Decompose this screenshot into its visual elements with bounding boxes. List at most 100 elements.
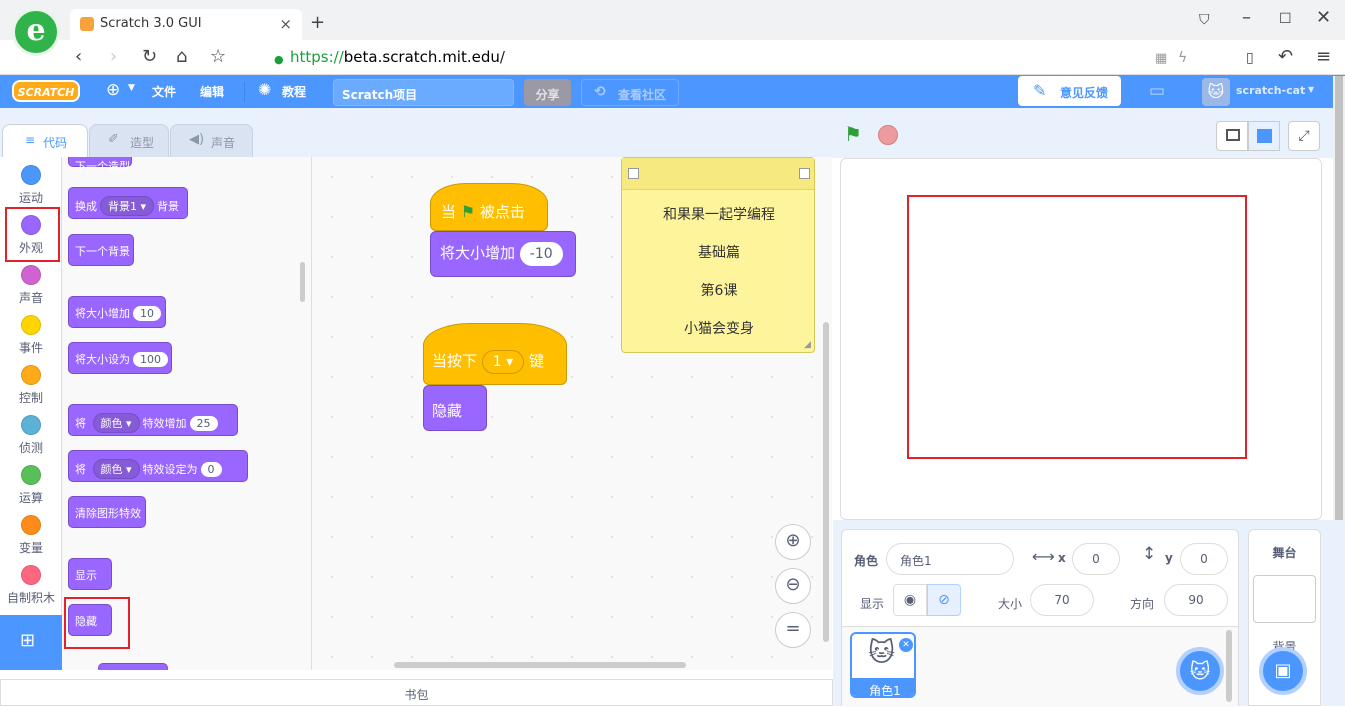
stage-canvas[interactable] <box>840 158 1322 520</box>
address-url[interactable]: https://beta.scratch.mit.edu/ <box>290 48 505 66</box>
y-input[interactable]: 0 <box>1180 543 1228 575</box>
new-tab-icon[interactable]: + <box>310 14 325 32</box>
effect-set-input[interactable]: 0 <box>200 462 222 477</box>
tab-sounds[interactable]: ◀) 声音 <box>170 124 253 158</box>
category-operators[interactable]: 运算 <box>0 465 62 506</box>
resize-handle-icon[interactable]: ◢ <box>804 340 811 350</box>
green-flag-icon[interactable]: ⚑ <box>844 122 862 146</box>
size-set-input[interactable]: 100 <box>133 352 168 367</box>
star-icon[interactable]: ☆ <box>210 48 226 66</box>
zoom-out-button[interactable]: ⊖ <box>775 568 811 604</box>
block-change-effect[interactable]: 将 颜色 ▾ 特效增加 25 <box>68 404 238 436</box>
large-stage-button[interactable] <box>1248 121 1280 151</box>
forward-icon[interactable]: › <box>110 48 117 66</box>
project-title-input[interactable]: Scratch项目 <box>333 79 514 106</box>
block-change-size[interactable]: 将大小增加 10 <box>68 296 166 328</box>
lightbulb-icon[interactable]: ✺ <box>258 80 271 99</box>
category-control[interactable]: 控制 <box>0 365 62 406</box>
block-palette[interactable]: 下一个造型 换成 背景1 ▾ 背景 下一个背景 将大小增加 10 将大小设为 100 将… <box>62 157 312 670</box>
block-hide-workspace[interactable]: 隐藏 <box>423 385 487 431</box>
backdrop-thumbnail[interactable] <box>1253 575 1316 623</box>
category-sound[interactable]: 声音 <box>0 265 62 306</box>
add-sprite-button[interactable]: 🐱 <box>1176 647 1224 695</box>
add-extension-button[interactable]: ⊞ <box>0 615 62 670</box>
block-change-size-workspace[interactable]: 将大小增加 -10 <box>430 231 576 277</box>
direction-input[interactable]: 90 <box>1164 584 1228 616</box>
close-window-icon[interactable]: ✕ <box>1316 9 1331 27</box>
category-motion[interactable]: 运动 <box>0 165 62 206</box>
category-sensing[interactable]: 侦测 <box>0 415 62 456</box>
share-button[interactable]: 分享 <box>524 79 571 106</box>
minimize-icon[interactable]: – <box>1242 9 1251 27</box>
browser-logo-icon[interactable]: e <box>12 8 60 56</box>
tab-code[interactable]: ≡ 代码 <box>2 124 88 158</box>
home-icon[interactable]: ⌂ <box>176 48 187 66</box>
browser-tab[interactable]: Scratch 3.0 GUI × <box>70 9 302 40</box>
block-show[interactable]: 显示 <box>68 558 112 590</box>
undo-icon[interactable]: ↶ <box>1278 48 1293 66</box>
x-input[interactable]: 0 <box>1072 543 1120 575</box>
block-next-backdrop[interactable]: 下一个背景 <box>68 234 134 266</box>
refresh-icon[interactable]: ↻ <box>142 48 157 66</box>
key-dropdown[interactable]: 1 ▾ <box>481 350 525 374</box>
feedback-button[interactable]: ✎ 意见反馈 <box>1018 76 1121 106</box>
stop-icon[interactable] <box>878 125 898 145</box>
category-events[interactable]: 事件 <box>0 315 62 356</box>
sprite-name-input[interactable]: 角色1 <box>886 543 1014 575</box>
globe-icon[interactable]: ⊕ <box>106 80 120 100</box>
zoom-in-button[interactable]: ⊕ <box>775 524 811 560</box>
block-set-size[interactable]: 将大小设为 100 <box>68 342 172 374</box>
code-workspace[interactable]: 当 ⚑ 被点击 将大小增加 -10 当按下 1 ▾ 键 隐藏 和果果一起学编程 … <box>312 157 832 670</box>
back-icon[interactable]: ‹ <box>75 48 82 66</box>
block-when-key-pressed[interactable]: 当按下 1 ▾ 键 <box>423 323 567 385</box>
size-change-input[interactable]: 10 <box>133 306 161 321</box>
workspace-horizontal-scrollbar[interactable] <box>394 662 686 668</box>
size-change-input[interactable]: -10 <box>519 242 563 266</box>
language-caret-icon[interactable]: ▼ <box>128 83 135 93</box>
grid-icon[interactable]: ▦ <box>1155 50 1167 68</box>
maximize-icon[interactable]: ☐ <box>1279 10 1292 28</box>
close-tab-icon[interactable]: × <box>279 15 292 33</box>
backpack-bar[interactable]: 书包 <box>0 679 833 706</box>
menu-edit[interactable]: 编辑 <box>200 83 224 100</box>
username[interactable]: scratch-cat <box>1236 84 1305 97</box>
effect-dropdown[interactable]: 颜色 ▾ <box>92 413 140 433</box>
account-caret-icon[interactable]: ▼ <box>1308 85 1314 94</box>
size-input[interactable]: 70 <box>1030 584 1094 616</box>
small-stage-button[interactable] <box>1216 121 1248 151</box>
sprite-list-scrollbar[interactable] <box>1226 630 1232 702</box>
comment-note[interactable]: 和果果一起学编程 基础篇 第6课 小猫会变身 ◢ <box>621 157 815 353</box>
category-label: 运动 <box>18 191 43 205</box>
palette-scrollbar[interactable] <box>300 262 305 302</box>
delete-sprite-icon[interactable]: ✕ <box>899 638 913 652</box>
effect-dropdown[interactable]: 颜色 ▾ <box>92 459 140 479</box>
comment-header[interactable] <box>622 158 814 190</box>
block-next-costume[interactable]: 下一个造型 <box>68 157 132 173</box>
tablet-icon[interactable]: ▯ <box>1246 49 1254 67</box>
zoom-reset-button[interactable]: = <box>775 612 811 648</box>
add-backdrop-button[interactable]: ▣ <box>1259 647 1307 695</box>
folder-icon[interactable]: ▭ <box>1149 81 1165 101</box>
show-visible-button[interactable]: ◉ <box>893 584 927 616</box>
block-switch-backdrop[interactable]: 换成 背景1 ▾ 背景 <box>68 187 188 219</box>
category-variables[interactable]: 变量 <box>0 515 62 556</box>
show-hidden-button[interactable]: ⊘ <box>927 584 961 616</box>
avatar[interactable]: 🐱 <box>1202 78 1230 106</box>
effect-change-input[interactable]: 25 <box>189 416 218 431</box>
workspace-vertical-scrollbar[interactable] <box>823 322 829 642</box>
lightning-icon[interactable]: ϟ <box>1178 49 1187 67</box>
fullscreen-button[interactable]: ⤢ <box>1288 121 1320 151</box>
backdrop-dropdown[interactable]: 背景1 ▾ <box>100 196 155 216</box>
block-set-effect[interactable]: 将 颜色 ▾ 特效设定为 0 <box>68 450 248 482</box>
menu-tutorials[interactable]: 教程 <box>282 83 306 100</box>
shirt-icon[interactable]: ⛉ <box>1199 11 1210 29</box>
block-clear-effects[interactable]: 清除图形特效 <box>68 496 146 528</box>
category-my-blocks[interactable]: 自制积木 <box>0 565 62 606</box>
menu-file[interactable]: 文件 <box>152 83 176 100</box>
tab-costumes[interactable]: ✐ 造型 <box>89 124 169 158</box>
see-community-button[interactable]: ⟲ 查看社区 <box>581 79 679 106</box>
stage-selector[interactable]: 舞台 背景 ▣ <box>1248 529 1321 706</box>
scratch-logo[interactable]: SCRATCH <box>12 80 80 102</box>
menu-icon[interactable]: ≡ <box>1316 48 1331 66</box>
block-when-flag-clicked[interactable]: 当 ⚑ 被点击 <box>430 183 548 231</box>
